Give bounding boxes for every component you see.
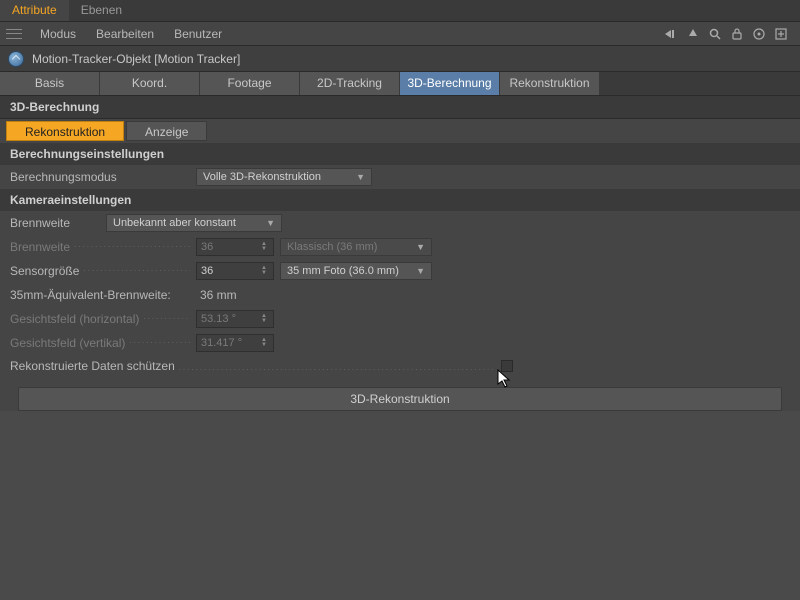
row-fov-horizontal: Gesichtsfeld (horizontal) 53.13 ° ▲▼ — [0, 307, 800, 331]
input-fov-horizontal[interactable]: 53.13 ° ▲▼ — [196, 310, 274, 328]
checkbox-protect-data[interactable] — [501, 360, 513, 372]
stepper-icon[interactable]: ▲▼ — [259, 242, 269, 252]
tab-basis[interactable]: Basis — [0, 72, 100, 95]
menu-benutzer[interactable]: Benutzer — [164, 27, 232, 41]
target-icon[interactable] — [752, 27, 766, 41]
menu-bar: Modus Bearbeiten Benutzer — [0, 22, 800, 46]
input-value: 36 — [201, 265, 213, 277]
section-3d-berechnung: 3D-Berechnung Rekonstruktion Anzeige Ber… — [0, 96, 800, 411]
row-fov-vertikal: Gesichtsfeld (vertikal) 31.417 ° ▲▼ — [0, 331, 800, 355]
label-sensorgroesse: Sensorgröße — [10, 264, 190, 278]
tab-koord[interactable]: Koord. — [100, 72, 200, 95]
tab-attribute[interactable]: Attribute — [0, 0, 69, 21]
motion-tracker-icon — [8, 51, 24, 67]
lock-icon[interactable] — [730, 27, 744, 41]
stepper-icon[interactable]: ▲▼ — [259, 338, 269, 348]
row-brennweite-num: Brennweite 36 ▲▼ Klassisch (36 mm) ▼ — [0, 235, 800, 259]
chevron-down-icon: ▼ — [416, 242, 425, 252]
grid-icon[interactable] — [6, 29, 22, 39]
tab-footage[interactable]: Footage — [200, 72, 300, 95]
dropdown-value: 35 mm Foto (36.0 mm) — [287, 265, 399, 277]
dropdown-value: Volle 3D-Rekonstruktion — [203, 171, 321, 183]
tab-3d-berechnung[interactable]: 3D-Berechnung — [400, 72, 500, 95]
label-35mm-equiv: 35mm-Äquivalent-Brennweite: — [10, 288, 190, 302]
dropdown-brennweite-preset[interactable]: Klassisch (36 mm) ▼ — [280, 238, 432, 256]
object-title: Motion-Tracker-Objekt [Motion Tracker] — [32, 52, 240, 66]
dropdown-value: Unbekannt aber konstant — [113, 217, 236, 229]
label-protect-data: Rekonstruierte Daten schützen — [10, 359, 495, 373]
dropdown-value: Klassisch (36 mm) — [287, 241, 377, 253]
sub-tabs: Rekonstruktion Anzeige — [0, 119, 800, 143]
section-title: 3D-Berechnung — [0, 96, 800, 119]
stepper-icon[interactable]: ▲▼ — [259, 314, 269, 324]
label-fov-vertikal: Gesichtsfeld (vertikal) — [10, 336, 190, 350]
label-fov-horizontal: Gesichtsfeld (horizontal) — [10, 312, 190, 326]
input-value: 31.417 ° — [201, 337, 242, 349]
group-berechnung: Berechnungseinstellungen — [0, 143, 800, 165]
row-protect-data: Rekonstruierte Daten schützen — [0, 355, 800, 377]
tab-rekonstruktion[interactable]: Rekonstruktion — [500, 72, 600, 95]
label-brennweite-num: Brennweite — [10, 240, 190, 254]
main-tabs: Basis Koord. Footage 2D-Tracking 3D-Bere… — [0, 72, 800, 96]
input-sensorgroesse[interactable]: 36 ▲▼ — [196, 262, 274, 280]
label-brennweite-mode: Brennweite — [10, 216, 100, 230]
row-sensorgroesse: Sensorgröße 36 ▲▼ 35 mm Foto (36.0 mm) ▼ — [0, 259, 800, 283]
row-35mm-equiv: 35mm-Äquivalent-Brennweite: 36 mm — [0, 283, 800, 307]
row-berechnungsmodus: Berechnungsmodus Volle 3D-Rekonstruktion… — [0, 165, 800, 189]
object-header: Motion-Tracker-Objekt [Motion Tracker] — [0, 46, 800, 72]
chevron-down-icon: ▼ — [356, 172, 365, 182]
value-35mm-equiv: 36 mm — [196, 288, 237, 302]
subtab-anzeige[interactable]: Anzeige — [126, 121, 207, 141]
menu-modus[interactable]: Modus — [30, 27, 86, 41]
top-tabs: Attribute Ebenen — [0, 0, 800, 22]
chevron-down-icon: ▼ — [266, 218, 275, 228]
input-fov-vertikal[interactable]: 31.417 ° ▲▼ — [196, 334, 274, 352]
new-panel-icon[interactable] — [774, 27, 788, 41]
input-brennweite[interactable]: 36 ▲▼ — [196, 238, 274, 256]
input-value: 53.13 ° — [201, 313, 236, 325]
input-value: 36 — [201, 241, 213, 253]
group-kamera: Kameraeinstellungen — [0, 189, 800, 211]
subtab-rekonstruktion[interactable]: Rekonstruktion — [6, 121, 124, 141]
tab-2d-tracking[interactable]: 2D-Tracking — [300, 72, 400, 95]
run-3d-reconstruction-button[interactable]: 3D-Rekonstruktion — [18, 387, 782, 411]
nav-up-icon[interactable] — [686, 27, 700, 41]
dropdown-brennweite-mode[interactable]: Unbekannt aber konstant ▼ — [106, 214, 282, 232]
search-icon[interactable] — [708, 27, 722, 41]
dropdown-berechnungsmodus[interactable]: Volle 3D-Rekonstruktion ▼ — [196, 168, 372, 186]
label-berechnungsmodus: Berechnungsmodus — [10, 170, 190, 184]
stepper-icon[interactable]: ▲▼ — [259, 266, 269, 276]
nav-back-icon[interactable] — [664, 27, 678, 41]
dropdown-sensor-preset[interactable]: 35 mm Foto (36.0 mm) ▼ — [280, 262, 432, 280]
menu-bearbeiten[interactable]: Bearbeiten — [86, 27, 164, 41]
row-brennweite-mode: Brennweite Unbekannt aber konstant ▼ — [0, 211, 800, 235]
tab-ebenen[interactable]: Ebenen — [69, 0, 134, 21]
chevron-down-icon: ▼ — [416, 266, 425, 276]
